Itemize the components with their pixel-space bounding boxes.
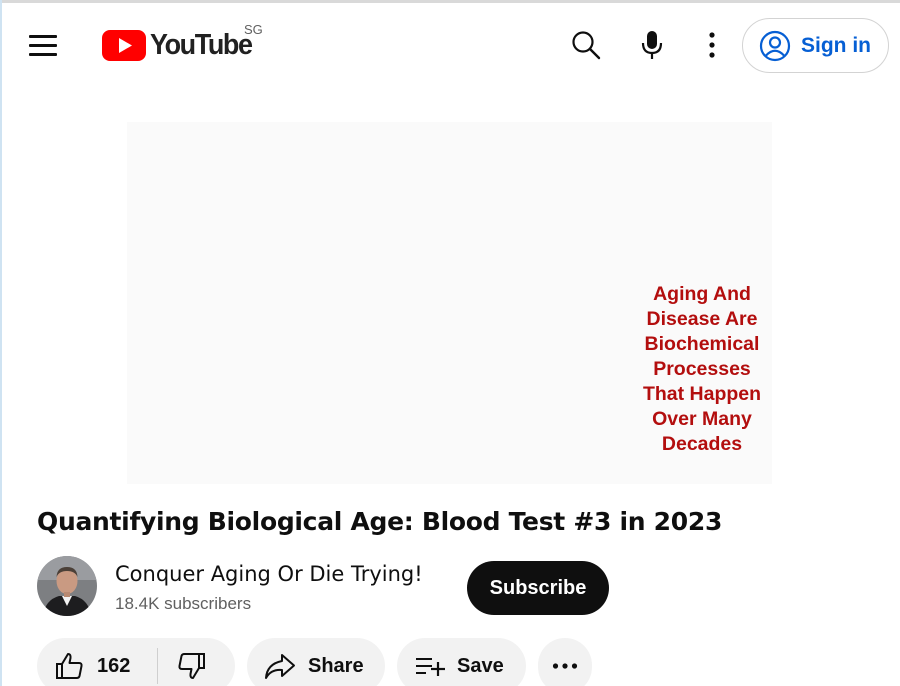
more-vert-icon xyxy=(709,32,715,58)
video-title: Quantifying Biological Age: Blood Test #… xyxy=(37,507,723,536)
account-circle-icon xyxy=(759,30,791,61)
avatar-image xyxy=(37,556,97,616)
microphone-icon xyxy=(641,31,663,59)
region-code: SG xyxy=(244,22,263,37)
overlay-line: Processes xyxy=(653,358,751,380)
overlay-line: Decades xyxy=(661,433,743,455)
share-icon xyxy=(265,654,295,679)
share-label: Share xyxy=(308,654,364,677)
overlay-line: Biochemical xyxy=(644,333,760,355)
voice-search-button[interactable] xyxy=(630,23,674,67)
subscriber-count: 18.4K subscribers xyxy=(115,594,252,613)
share-button[interactable]: Share xyxy=(247,638,385,686)
overlay-line: Aging And xyxy=(653,283,751,305)
like-button[interactable]: 162 xyxy=(37,638,157,686)
menu-button[interactable] xyxy=(22,25,64,65)
overlay-line: Over Many xyxy=(652,408,752,430)
left-border xyxy=(0,0,2,686)
more-actions-button[interactable] xyxy=(538,638,592,686)
overlay-line: That Happen xyxy=(642,383,762,405)
settings-menu-button[interactable] xyxy=(690,23,734,67)
save-button[interactable]: Save xyxy=(397,638,526,686)
menu-icon-line xyxy=(29,53,57,56)
playlist-add-icon xyxy=(416,658,445,676)
channel-name[interactable]: Conquer Aging Or Die Trying! xyxy=(115,562,423,586)
sign-in-label: Sign in xyxy=(801,33,871,57)
like-dislike-group: 162 xyxy=(37,638,235,686)
search-button[interactable] xyxy=(564,23,608,67)
like-count: 162 xyxy=(97,654,131,677)
video-overlay-text: Aging And Disease Are Biochemical Proces… xyxy=(627,282,777,457)
sign-in-button[interactable]: Sign in xyxy=(742,18,889,73)
masthead: YouTube SG Sign in xyxy=(0,3,900,83)
channel-avatar[interactable] xyxy=(37,556,97,616)
menu-icon-line xyxy=(29,44,57,47)
subscribe-button[interactable]: Subscribe xyxy=(467,561,609,615)
save-label: Save xyxy=(457,654,504,677)
more-horiz-icon xyxy=(552,663,578,669)
dislike-button[interactable] xyxy=(158,638,235,686)
menu-icon xyxy=(29,35,57,38)
youtube-play-icon xyxy=(102,29,146,61)
search-icon xyxy=(572,31,601,60)
youtube-logo[interactable]: YouTube xyxy=(102,27,259,63)
logo-wordmark: YouTube xyxy=(150,28,253,61)
overlay-line: Disease Are xyxy=(646,308,758,330)
thumbs-down-icon xyxy=(178,653,205,679)
thumbs-up-icon xyxy=(56,653,83,679)
